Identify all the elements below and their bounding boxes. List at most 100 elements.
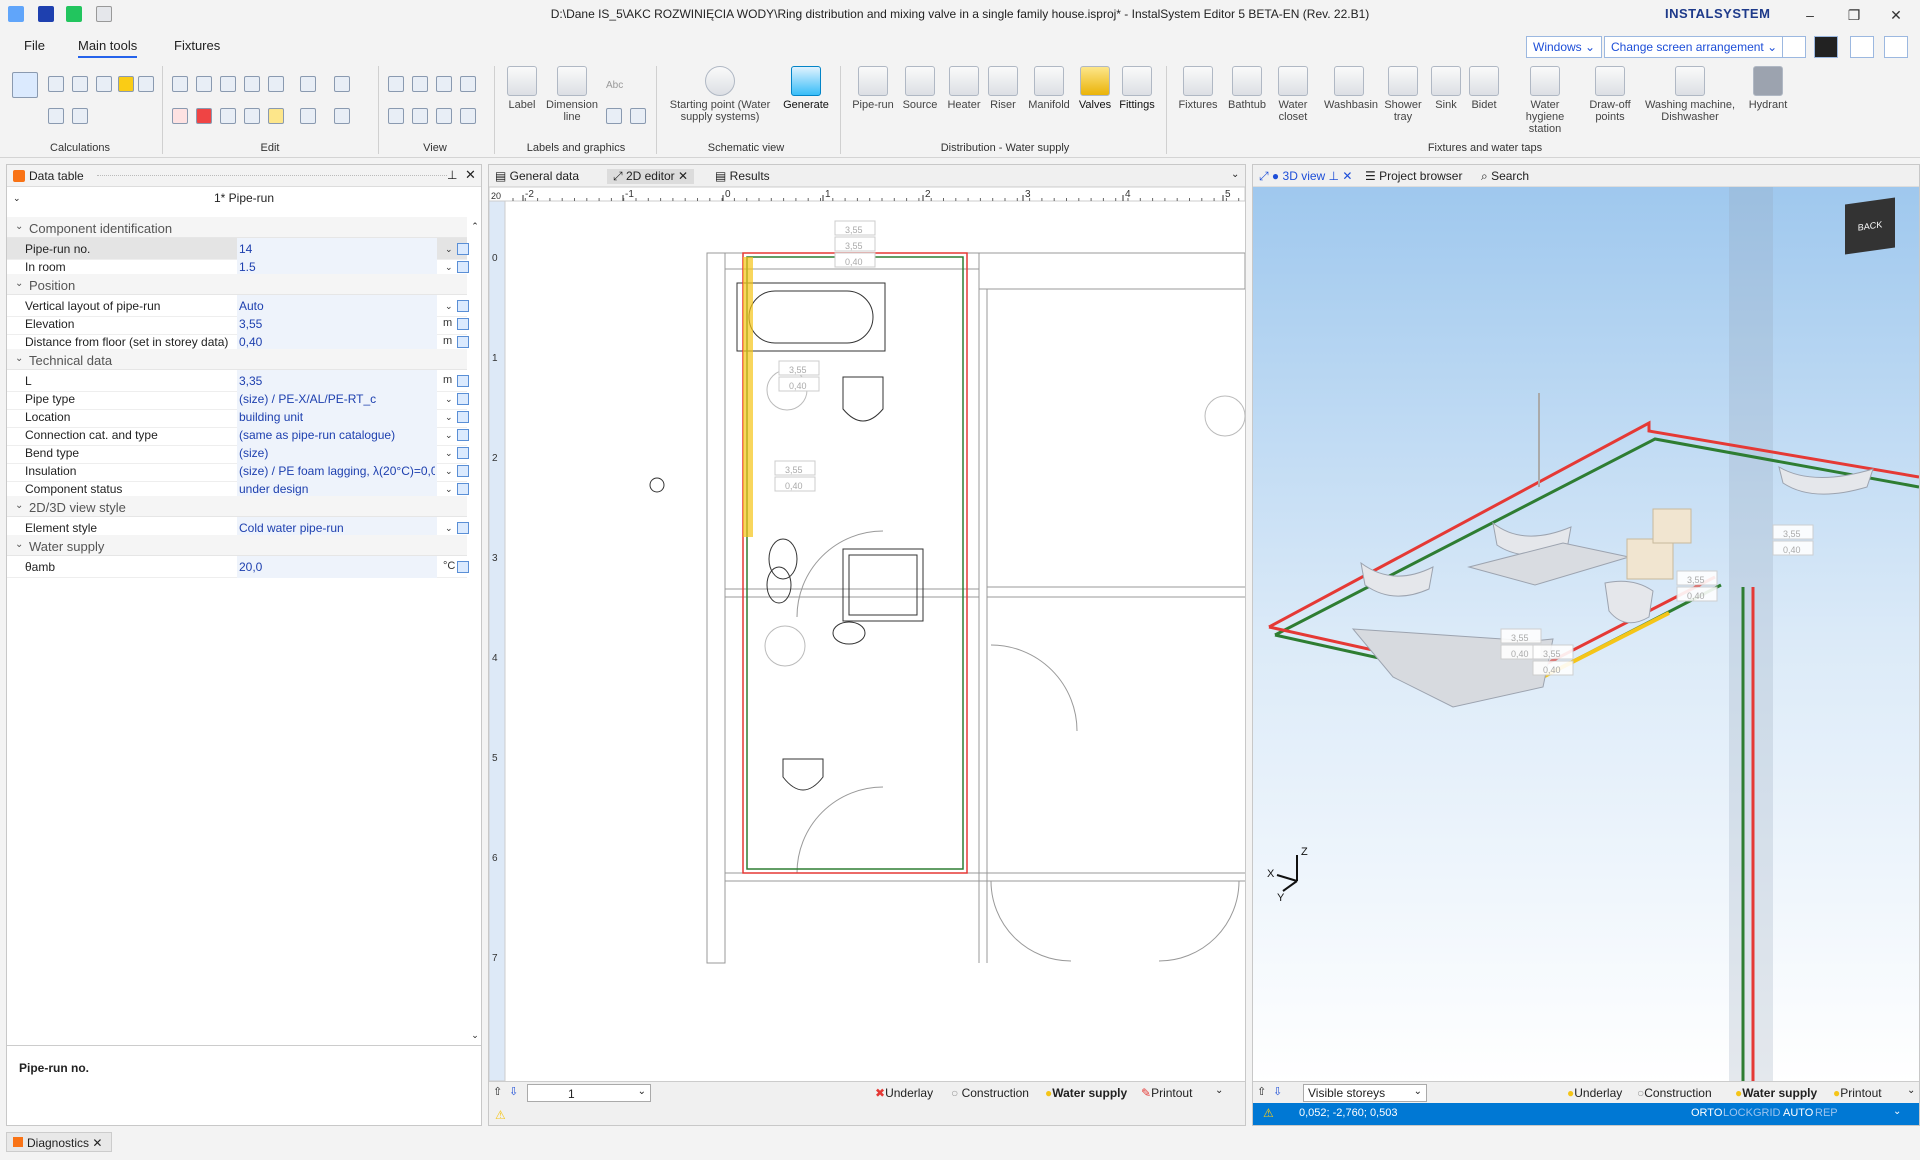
layers-dropdown[interactable]: ⌄ xyxy=(1215,1085,1223,1096)
3d-layer-water-supply[interactable]: ●Water supply xyxy=(1735,1086,1817,1100)
cut-icon[interactable] xyxy=(172,108,188,124)
dropdown-chevron-icon[interactable]: ⌄ xyxy=(445,262,453,273)
layer-printout[interactable]: ✎Printout xyxy=(1141,1086,1192,1100)
tab-main-tools[interactable]: Main tools xyxy=(78,38,138,58)
catalogue-icon[interactable] xyxy=(457,411,469,423)
drop-icon[interactable] xyxy=(138,76,154,92)
bidet-button[interactable]: Bidet xyxy=(1466,66,1502,111)
dropdown-chevron-icon[interactable]: ⌄ xyxy=(445,484,453,495)
tab-fixtures[interactable]: Fixtures xyxy=(174,38,220,53)
catalogue-icon[interactable] xyxy=(457,375,469,387)
zoom-prev-icon[interactable] xyxy=(412,108,428,124)
edit-icon-9[interactable] xyxy=(334,108,350,124)
section-header[interactable]: ⌄ Water supply xyxy=(7,535,467,556)
property-value[interactable]: (size) / PE foam lagging, λ(20°C)=0,03 xyxy=(239,464,435,478)
tab-project-browser[interactable]: ☰ Project browser xyxy=(1365,169,1462,183)
catalogue-icon[interactable] xyxy=(457,447,469,459)
zoom-icon[interactable] xyxy=(436,76,452,92)
catalogue-icon[interactable] xyxy=(457,483,469,495)
calc-icon-3[interactable] xyxy=(96,76,112,92)
valves-button[interactable]: Valves xyxy=(1074,66,1116,111)
property-value[interactable]: 3,55 xyxy=(239,317,435,331)
section-header[interactable]: ⌄ 2D/3D view style xyxy=(7,496,467,517)
dropdown-chevron-icon[interactable]: ⌄ xyxy=(445,430,453,441)
tab-3d-view[interactable]: ⤢ ● 3D view ⊥ ✕ xyxy=(1259,169,1352,184)
close-button[interactable]: ✕ xyxy=(1876,4,1916,26)
tabs-dropdown[interactable]: ⌄ xyxy=(1231,169,1239,180)
catalogue-icon[interactable] xyxy=(457,393,469,405)
mode-orto[interactable]: ORTO xyxy=(1691,1107,1722,1119)
dropdown-chevron-icon[interactable]: ⌄ xyxy=(445,448,453,459)
property-value[interactable]: 14 xyxy=(239,242,435,256)
property-value[interactable]: Cold water pipe-run xyxy=(239,521,435,535)
catalogue-icon[interactable] xyxy=(457,300,469,312)
restore-button[interactable]: ❐ xyxy=(1834,4,1874,26)
draw-off-button[interactable]: Draw-off points xyxy=(1582,66,1638,123)
bathtub-button[interactable]: Bathtub xyxy=(1222,66,1272,111)
abc-text-button[interactable]: Abc xyxy=(606,80,623,91)
3d-scene-canvas[interactable]: 3,55 0,40 3,55 0,40 3,55 0,40 3,55 0,40 Z XY xyxy=(1253,187,1919,1083)
mode-auto[interactable]: AUTO xyxy=(1783,1107,1813,1119)
calc-table-icon[interactable] xyxy=(12,72,38,98)
catalogue-icon[interactable] xyxy=(457,243,469,255)
delete-icon[interactable] xyxy=(196,108,212,124)
scrollbar[interactable]: ⌃ ⌄ xyxy=(469,221,481,1041)
water-drop-icon[interactable] xyxy=(118,76,134,92)
3d-down-arrow-icon[interactable]: ⇩ xyxy=(1273,1085,1282,1098)
property-value[interactable]: 3,35 xyxy=(239,374,435,388)
section-toggle-icon[interactable]: ⌄ xyxy=(15,539,23,550)
3d-warning-icon[interactable]: ⚠ xyxy=(1263,1106,1274,1120)
section-toggle-icon[interactable]: ⌄ xyxy=(15,278,23,289)
mode-lock[interactable]: LOCK xyxy=(1723,1107,1753,1119)
tab-general-data[interactable]: ▤ General data xyxy=(495,169,579,183)
property-row[interactable]: θamb 20,0 °C xyxy=(7,556,469,578)
copy-icon[interactable] xyxy=(172,76,188,92)
edit-icon-3[interactable] xyxy=(300,76,316,92)
edit-icon-4[interactable] xyxy=(334,76,350,92)
washing-machine-button[interactable]: Washing machine, Dishwasher xyxy=(1640,66,1740,123)
edit-icon-7[interactable] xyxy=(268,108,284,124)
diagnostics-tab[interactable]: Diagnostics ✕ xyxy=(6,1132,112,1152)
source-button[interactable]: Source xyxy=(898,66,942,111)
zoom-window-icon[interactable] xyxy=(460,76,476,92)
edit-icon-2[interactable] xyxy=(268,76,284,92)
section-toggle-icon[interactable]: ⌄ xyxy=(15,500,23,511)
mode-grid[interactable]: GRID xyxy=(1753,1107,1781,1119)
property-value[interactable]: under design xyxy=(239,482,435,496)
modes-dropdown[interactable]: ⌄ xyxy=(1893,1106,1901,1117)
catalogue-icon[interactable] xyxy=(457,522,469,534)
expand-chevron-icon[interactable]: ⌄ xyxy=(13,193,21,204)
tab-results[interactable]: ▤ Results xyxy=(715,169,770,183)
section-header[interactable]: ⌄ Technical data xyxy=(7,349,467,370)
arrangement-dropdown[interactable]: Change screen arrangement ⌄ xyxy=(1604,36,1785,58)
cloud-icon[interactable] xyxy=(1850,36,1874,58)
hydrant-button[interactable]: Hydrant xyxy=(1744,66,1792,111)
collapse-ribbon-icon[interactable] xyxy=(1884,36,1908,58)
section-toggle-icon[interactable]: ⌄ xyxy=(15,353,23,364)
mode-rep[interactable]: REP xyxy=(1815,1107,1838,1119)
fittings-button[interactable]: Fittings xyxy=(1114,66,1160,111)
close-panel-icon[interactable]: ✕ xyxy=(465,167,476,183)
warning-icon[interactable]: ⚠ xyxy=(495,1108,506,1122)
3d-layer-printout[interactable]: ●Printout xyxy=(1833,1086,1882,1100)
storey-select[interactable]: 1 ⌄ xyxy=(527,1084,651,1102)
property-value[interactable]: 1.5 xyxy=(239,260,435,274)
water-hygiene-button[interactable]: Water hygiene station xyxy=(1514,66,1576,135)
3d-layer-construction[interactable]: ○Construction xyxy=(1637,1086,1712,1100)
property-value[interactable]: (size) xyxy=(239,446,435,460)
view-cube[interactable]: BACK xyxy=(1845,197,1895,255)
pan-icon[interactable] xyxy=(436,108,452,124)
dropdown-chevron-icon[interactable]: ⌄ xyxy=(445,466,453,477)
up-arrow-icon[interactable]: ⇧ xyxy=(493,1085,502,1098)
zoom-all-icon[interactable] xyxy=(388,108,404,124)
pin-icon[interactable]: ⊥ xyxy=(447,168,457,182)
catalogue-icon[interactable] xyxy=(457,336,469,348)
3d-up-arrow-icon[interactable]: ⇧ xyxy=(1257,1085,1266,1098)
floor-plan-canvas[interactable]: -2 -1 0 1 2 3 4 501234567203,553,550,403,550,40… xyxy=(489,187,1245,1081)
catalogue-icon[interactable] xyxy=(457,561,469,573)
undo-icon[interactable] xyxy=(220,76,236,92)
image-icon[interactable] xyxy=(630,108,646,124)
panel-icon[interactable] xyxy=(1814,36,1838,58)
3d-layers-dropdown[interactable]: ⌄ xyxy=(1907,1085,1915,1096)
zoom-in-icon[interactable] xyxy=(388,76,404,92)
